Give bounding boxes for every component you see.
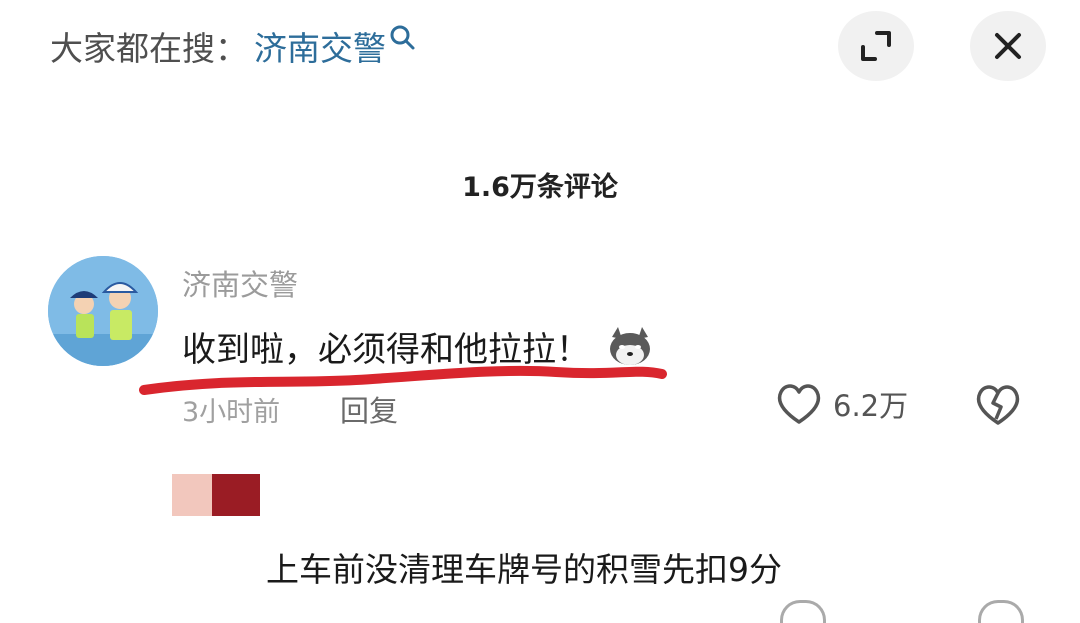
dislike-icon-partial[interactable]	[978, 600, 1024, 623]
search-hint-prefix: 大家都在搜：	[50, 29, 248, 68]
search-icon[interactable]	[388, 23, 418, 53]
avatar[interactable]	[48, 256, 158, 366]
search-hint[interactable]: 大家都在搜： 济南交警	[50, 22, 418, 70]
reply-button[interactable]: 回复	[340, 388, 398, 430]
dislike-button[interactable]	[974, 383, 1022, 431]
comment-text-2: 上车前没清理车牌号的积雪先扣9分	[266, 550, 782, 589]
like-count: 6.2万	[833, 389, 909, 423]
avatar-redacted-left	[172, 474, 212, 516]
close-button[interactable]	[970, 11, 1046, 81]
avatar-redacted-right	[212, 474, 260, 516]
broken-heart-icon	[976, 385, 1020, 425]
like-icon-partial[interactable]	[780, 600, 826, 623]
comments-count: 1.6万条评论	[462, 172, 618, 203]
avatar-redacted[interactable]	[172, 474, 260, 516]
expand-button[interactable]	[838, 11, 914, 81]
heart-outline-icon	[777, 384, 821, 424]
avatar-illustration	[48, 256, 158, 366]
like-button[interactable]: 6.2万	[775, 382, 908, 426]
expand-icon	[861, 31, 891, 61]
close-icon	[995, 33, 1021, 59]
comment-author[interactable]: 济南交警	[182, 262, 298, 304]
comment-time: 3小时前	[182, 397, 281, 428]
search-hint-keyword[interactable]: 济南交警	[254, 22, 386, 70]
